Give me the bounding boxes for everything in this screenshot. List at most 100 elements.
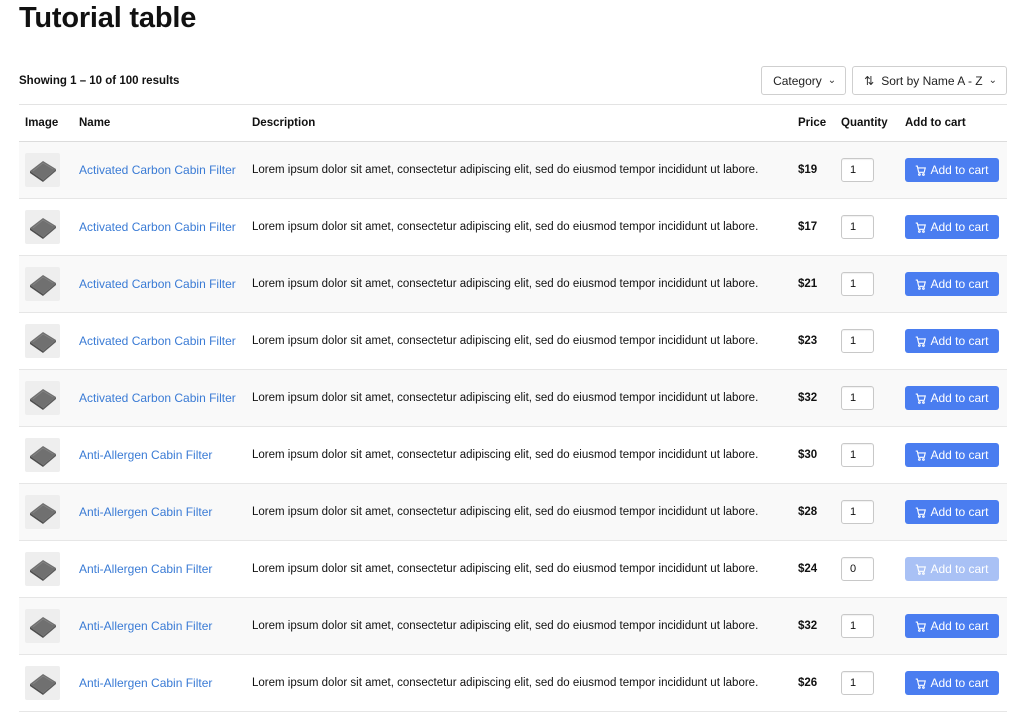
add-to-cart-label: Add to cart	[930, 277, 989, 291]
product-price: $30	[798, 449, 818, 461]
name-cell: Anti-Allergen Cabin Filter	[73, 426, 246, 484]
product-name-link[interactable]: Anti-Allergen Cabin Filter	[79, 448, 246, 462]
add-to-cart-label: Add to cart	[930, 391, 989, 405]
cart-icon	[915, 621, 927, 632]
cart-icon	[915, 336, 927, 347]
filter-product-icon	[25, 552, 60, 586]
image-cell	[19, 255, 73, 313]
toolbar: Showing 1 – 10 of 100 results Category ⌄…	[19, 66, 1007, 97]
cart-icon	[915, 279, 927, 290]
product-price: $17	[798, 221, 818, 233]
product-name-link[interactable]: Activated Carbon Cabin Filter	[79, 220, 246, 234]
price-cell: $32	[792, 597, 835, 655]
description-cell: Lorem ipsum dolor sit amet, consectetur …	[246, 312, 792, 370]
name-cell: Anti-Allergen Cabin Filter	[73, 540, 246, 598]
chevron-down-icon: ⌄	[988, 74, 997, 86]
product-name-link[interactable]: Anti-Allergen Cabin Filter	[79, 619, 246, 633]
product-name-link[interactable]: Activated Carbon Cabin Filter	[79, 391, 246, 405]
description-cell: Lorem ipsum dolor sit amet, consectetur …	[246, 540, 792, 598]
cart-icon	[915, 165, 927, 176]
product-price: $23	[798, 335, 818, 347]
product-description: Lorem ipsum dolor sit amet, consectetur …	[252, 164, 759, 176]
cart-icon	[915, 507, 927, 518]
product-price: $28	[798, 506, 818, 518]
table-row: Activated Carbon Cabin Filter Lorem ipsu…	[19, 198, 1007, 256]
quantity-input[interactable]	[841, 557, 874, 581]
name-cell: Activated Carbon Cabin Filter	[73, 255, 246, 313]
table-row: Anti-Allergen Cabin Filter Lorem ipsum d…	[19, 654, 1007, 712]
filter-product-icon	[25, 666, 60, 700]
add-to-cart-button[interactable]: Add to cart	[905, 671, 999, 695]
table-row: Activated Carbon Cabin Filter Lorem ipsu…	[19, 255, 1007, 313]
filter-product-icon	[25, 210, 60, 244]
add-to-cart-cell: Add to cart	[899, 369, 1007, 427]
add-to-cart-label: Add to cart	[930, 505, 989, 519]
quantity-input[interactable]	[841, 158, 874, 182]
quantity-cell	[835, 540, 899, 598]
add-to-cart-button[interactable]: Add to cart	[905, 215, 999, 239]
add-to-cart-button[interactable]: Add to cart	[905, 386, 999, 410]
add-to-cart-button[interactable]: Add to cart	[905, 614, 999, 638]
quantity-input[interactable]	[841, 329, 874, 353]
product-name-link[interactable]: Anti-Allergen Cabin Filter	[79, 505, 246, 519]
chevron-down-icon: ⌄	[827, 74, 837, 86]
products-table: Image Name Description Price Quantity Ad…	[19, 104, 1007, 712]
price-cell: $21	[792, 255, 835, 313]
add-to-cart-button[interactable]: Add to cart	[905, 500, 999, 524]
product-name-link[interactable]: Activated Carbon Cabin Filter	[79, 334, 246, 348]
quantity-input[interactable]	[841, 215, 874, 239]
category-dropdown[interactable]: Category ⌄	[761, 66, 847, 95]
description-cell: Lorem ipsum dolor sit amet, consectetur …	[246, 198, 792, 256]
quantity-cell	[835, 198, 899, 256]
cart-icon	[915, 222, 927, 233]
quantity-input[interactable]	[841, 671, 874, 695]
description-cell: Lorem ipsum dolor sit amet, consectetur …	[246, 483, 792, 541]
product-price: $24	[798, 563, 818, 575]
add-to-cart-button[interactable]: Add to cart	[905, 272, 999, 296]
image-cell	[19, 540, 73, 598]
filter-product-icon	[25, 381, 60, 415]
product-description: Lorem ipsum dolor sit amet, consectetur …	[252, 449, 759, 461]
price-cell: $17	[792, 198, 835, 256]
quantity-cell	[835, 255, 899, 313]
table-row: Anti-Allergen Cabin Filter Lorem ipsum d…	[19, 597, 1007, 655]
product-description: Lorem ipsum dolor sit amet, consectetur …	[252, 278, 759, 290]
filter-product-icon	[25, 267, 60, 301]
add-to-cart-button[interactable]: Add to cart	[905, 557, 999, 581]
quantity-cell	[835, 654, 899, 712]
quantity-input[interactable]	[841, 443, 874, 467]
product-name-link[interactable]: Activated Carbon Cabin Filter	[79, 277, 246, 291]
product-description: Lorem ipsum dolor sit amet, consectetur …	[252, 392, 759, 404]
filter-product-icon	[25, 495, 60, 529]
column-header-name: Name	[73, 104, 246, 142]
quantity-input[interactable]	[841, 272, 874, 296]
add-to-cart-cell: Add to cart	[899, 312, 1007, 370]
cart-icon	[915, 564, 927, 575]
product-price: $21	[798, 278, 818, 290]
column-header-price: Price	[792, 104, 835, 142]
quantity-cell	[835, 312, 899, 370]
product-name-link[interactable]: Activated Carbon Cabin Filter	[79, 163, 246, 177]
quantity-cell	[835, 483, 899, 541]
table-row: Anti-Allergen Cabin Filter Lorem ipsum d…	[19, 483, 1007, 541]
add-to-cart-button[interactable]: Add to cart	[905, 158, 999, 182]
product-description: Lorem ipsum dolor sit amet, consectetur …	[252, 506, 759, 518]
add-to-cart-button[interactable]: Add to cart	[905, 443, 999, 467]
product-price: $32	[798, 392, 818, 404]
add-to-cart-cell: Add to cart	[899, 597, 1007, 655]
product-name-link[interactable]: Anti-Allergen Cabin Filter	[79, 676, 246, 690]
sort-dropdown[interactable]: ⇅ Sort by Name A - Z ⌄	[852, 66, 1007, 95]
cart-icon	[915, 393, 927, 404]
image-cell	[19, 654, 73, 712]
add-to-cart-cell: Add to cart	[899, 198, 1007, 256]
quantity-input[interactable]	[841, 500, 874, 524]
image-cell	[19, 141, 73, 199]
product-name-link[interactable]: Anti-Allergen Cabin Filter	[79, 562, 246, 576]
add-to-cart-cell: Add to cart	[899, 654, 1007, 712]
name-cell: Activated Carbon Cabin Filter	[73, 312, 246, 370]
quantity-input[interactable]	[841, 614, 874, 638]
add-to-cart-label: Add to cart	[930, 619, 989, 633]
quantity-input[interactable]	[841, 386, 874, 410]
add-to-cart-button[interactable]: Add to cart	[905, 329, 999, 353]
quantity-cell	[835, 369, 899, 427]
